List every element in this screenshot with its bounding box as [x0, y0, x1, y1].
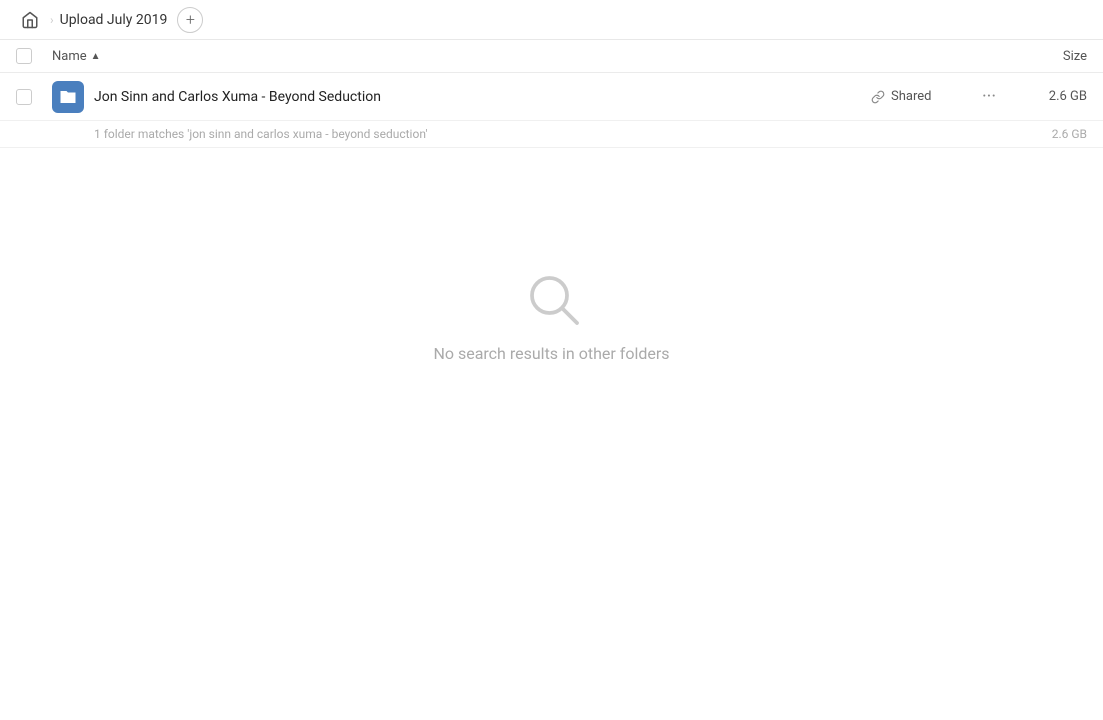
home-button[interactable]: [16, 6, 44, 34]
more-options-button[interactable]: ···: [971, 86, 1007, 107]
match-size: 2.6 GB: [1052, 127, 1087, 141]
search-icon-large: [522, 268, 582, 328]
folder-icon: [52, 81, 84, 113]
sort-arrow-icon: ▲: [91, 51, 101, 62]
match-count-row: 1 folder matches 'jon sinn and carlos xu…: [0, 121, 1103, 148]
name-column-header[interactable]: Name ▲: [52, 49, 1007, 64]
row-checkbox[interactable]: [16, 89, 52, 105]
select-all-checkbox[interactable]: [16, 48, 52, 64]
file-size: 2.6 GB: [1007, 89, 1087, 104]
breadcrumb-bar: › Upload July 2019 +: [0, 0, 1103, 40]
checkbox-box[interactable]: [16, 48, 32, 64]
file-row[interactable]: Jon Sinn and Carlos Xuma - Beyond Seduct…: [0, 73, 1103, 121]
empty-state-text: No search results in other folders: [433, 344, 669, 363]
file-name: Jon Sinn and Carlos Xuma - Beyond Seduct…: [94, 89, 871, 105]
size-column-header: Size: [1007, 49, 1087, 64]
link-icon: [871, 90, 885, 104]
column-header-row: Name ▲ Size: [0, 40, 1103, 73]
name-column-label: Name: [52, 49, 87, 64]
breadcrumb-separator: ›: [50, 13, 54, 27]
new-folder-button[interactable]: +: [177, 7, 203, 33]
checkbox-box[interactable]: [16, 89, 32, 105]
match-count-text: 1 folder matches 'jon sinn and carlos xu…: [94, 127, 427, 141]
empty-state: No search results in other folders: [0, 148, 1103, 423]
shared-label: Shared: [891, 89, 931, 104]
shared-indicator: Shared: [871, 89, 971, 104]
breadcrumb-title: Upload July 2019: [60, 12, 168, 28]
